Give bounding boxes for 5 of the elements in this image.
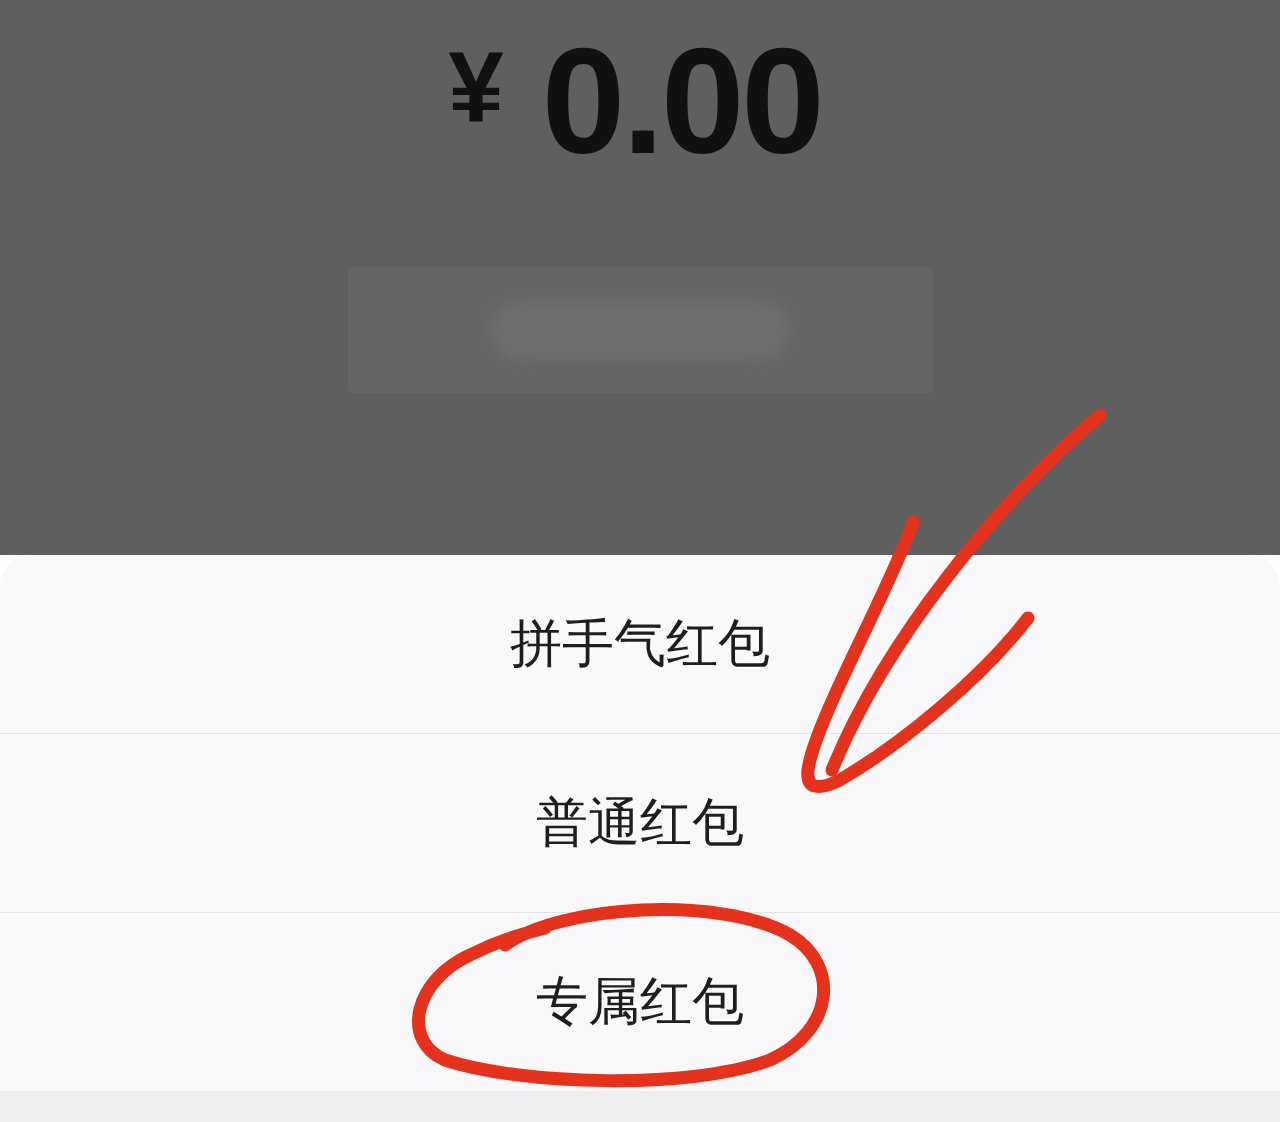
sheet-option[interactable]: 普通红包 <box>516 778 764 868</box>
currency-symbol: ¥ <box>448 37 504 137</box>
sheet-option[interactable]: 专属红包 <box>516 957 764 1047</box>
amount-value: 0.00 <box>541 26 822 176</box>
sheet-option[interactable]: 拼手气红包 <box>490 599 790 689</box>
